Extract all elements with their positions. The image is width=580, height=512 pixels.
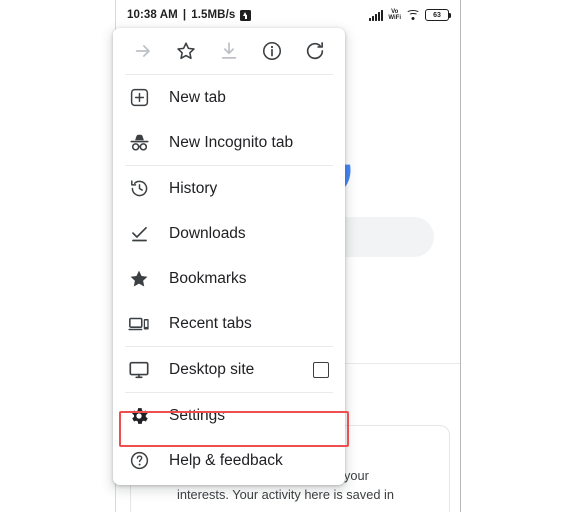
- volte-line-2: WiFi: [388, 15, 401, 21]
- menu-item-label: History: [169, 179, 218, 197]
- desktop-site-checkbox[interactable]: [313, 361, 329, 378]
- desktop-monitor-icon: [127, 358, 151, 382]
- downloads-check-icon: [127, 222, 151, 246]
- menu-item-downloads[interactable]: Downloads: [113, 211, 345, 256]
- menu-item-desktop-site[interactable]: Desktop site: [113, 347, 345, 392]
- settings-gear-icon: [127, 404, 151, 428]
- menu-item-history[interactable]: History: [113, 166, 345, 211]
- menu-item-new-incognito-tab[interactable]: New Incognito tab: [113, 120, 345, 165]
- new-tab-plus-icon: [127, 86, 151, 110]
- feed-card-body-line-2: interests. Your activity here is saved i…: [177, 487, 394, 502]
- history-clock-icon: [127, 177, 151, 201]
- forward-arrow-icon[interactable]: [121, 40, 164, 62]
- status-bar-left: 10:38 AM | 1.5MB/s: [127, 9, 252, 21]
- chrome-overflow-menu: New tab New Incognito tab History Downlo…: [113, 28, 345, 485]
- download-icon[interactable]: [207, 40, 250, 62]
- menu-item-label: New tab: [169, 88, 226, 106]
- status-bar-right: Vo WiFi 63: [369, 9, 452, 22]
- menu-quick-action-row: [113, 28, 345, 74]
- menu-item-label: Desktop site: [169, 360, 255, 378]
- menu-item-settings[interactable]: Settings: [113, 393, 345, 438]
- menu-item-label: New Incognito tab: [169, 133, 294, 151]
- help-question-icon: [127, 449, 151, 473]
- status-separator: |: [182, 9, 187, 21]
- info-icon[interactable]: [251, 40, 294, 62]
- volte-wifi-icon: Vo WiFi: [388, 9, 401, 22]
- menu-item-new-tab[interactable]: New tab: [113, 75, 345, 120]
- star-icon[interactable]: [164, 40, 207, 62]
- menu-item-label: Settings: [169, 406, 226, 424]
- menu-item-help-and-feedback[interactable]: Help & feedback: [113, 438, 345, 483]
- menu-item-label: Help & feedback: [169, 451, 283, 469]
- bookmark-star-icon: [127, 267, 151, 291]
- incognito-icon: [127, 131, 151, 155]
- menu-item-bookmarks[interactable]: Bookmarks: [113, 256, 345, 301]
- status-time: 10:38 AM: [127, 9, 178, 21]
- recent-tabs-devices-icon: [127, 312, 151, 336]
- menu-item-recent-tabs[interactable]: Recent tabs: [113, 301, 345, 346]
- battery-icon: 63: [425, 9, 452, 21]
- battery-level-text: 63: [433, 11, 441, 19]
- wifi-icon: [406, 9, 420, 21]
- upload-arrow-icon: [240, 9, 252, 21]
- screenshot-root: 10:38 AM | 1.5MB/s Vo WiFi 63 f your int…: [0, 0, 580, 512]
- menu-item-label: Recent tabs: [169, 314, 252, 332]
- menu-item-label: Bookmarks: [169, 269, 247, 287]
- status-bar: 10:38 AM | 1.5MB/s Vo WiFi 63: [116, 0, 460, 30]
- status-network-speed: 1.5MB/s: [191, 9, 236, 21]
- cellular-signal-icon: [369, 9, 384, 21]
- refresh-icon[interactable]: [294, 40, 337, 62]
- menu-item-label: Downloads: [169, 224, 246, 242]
